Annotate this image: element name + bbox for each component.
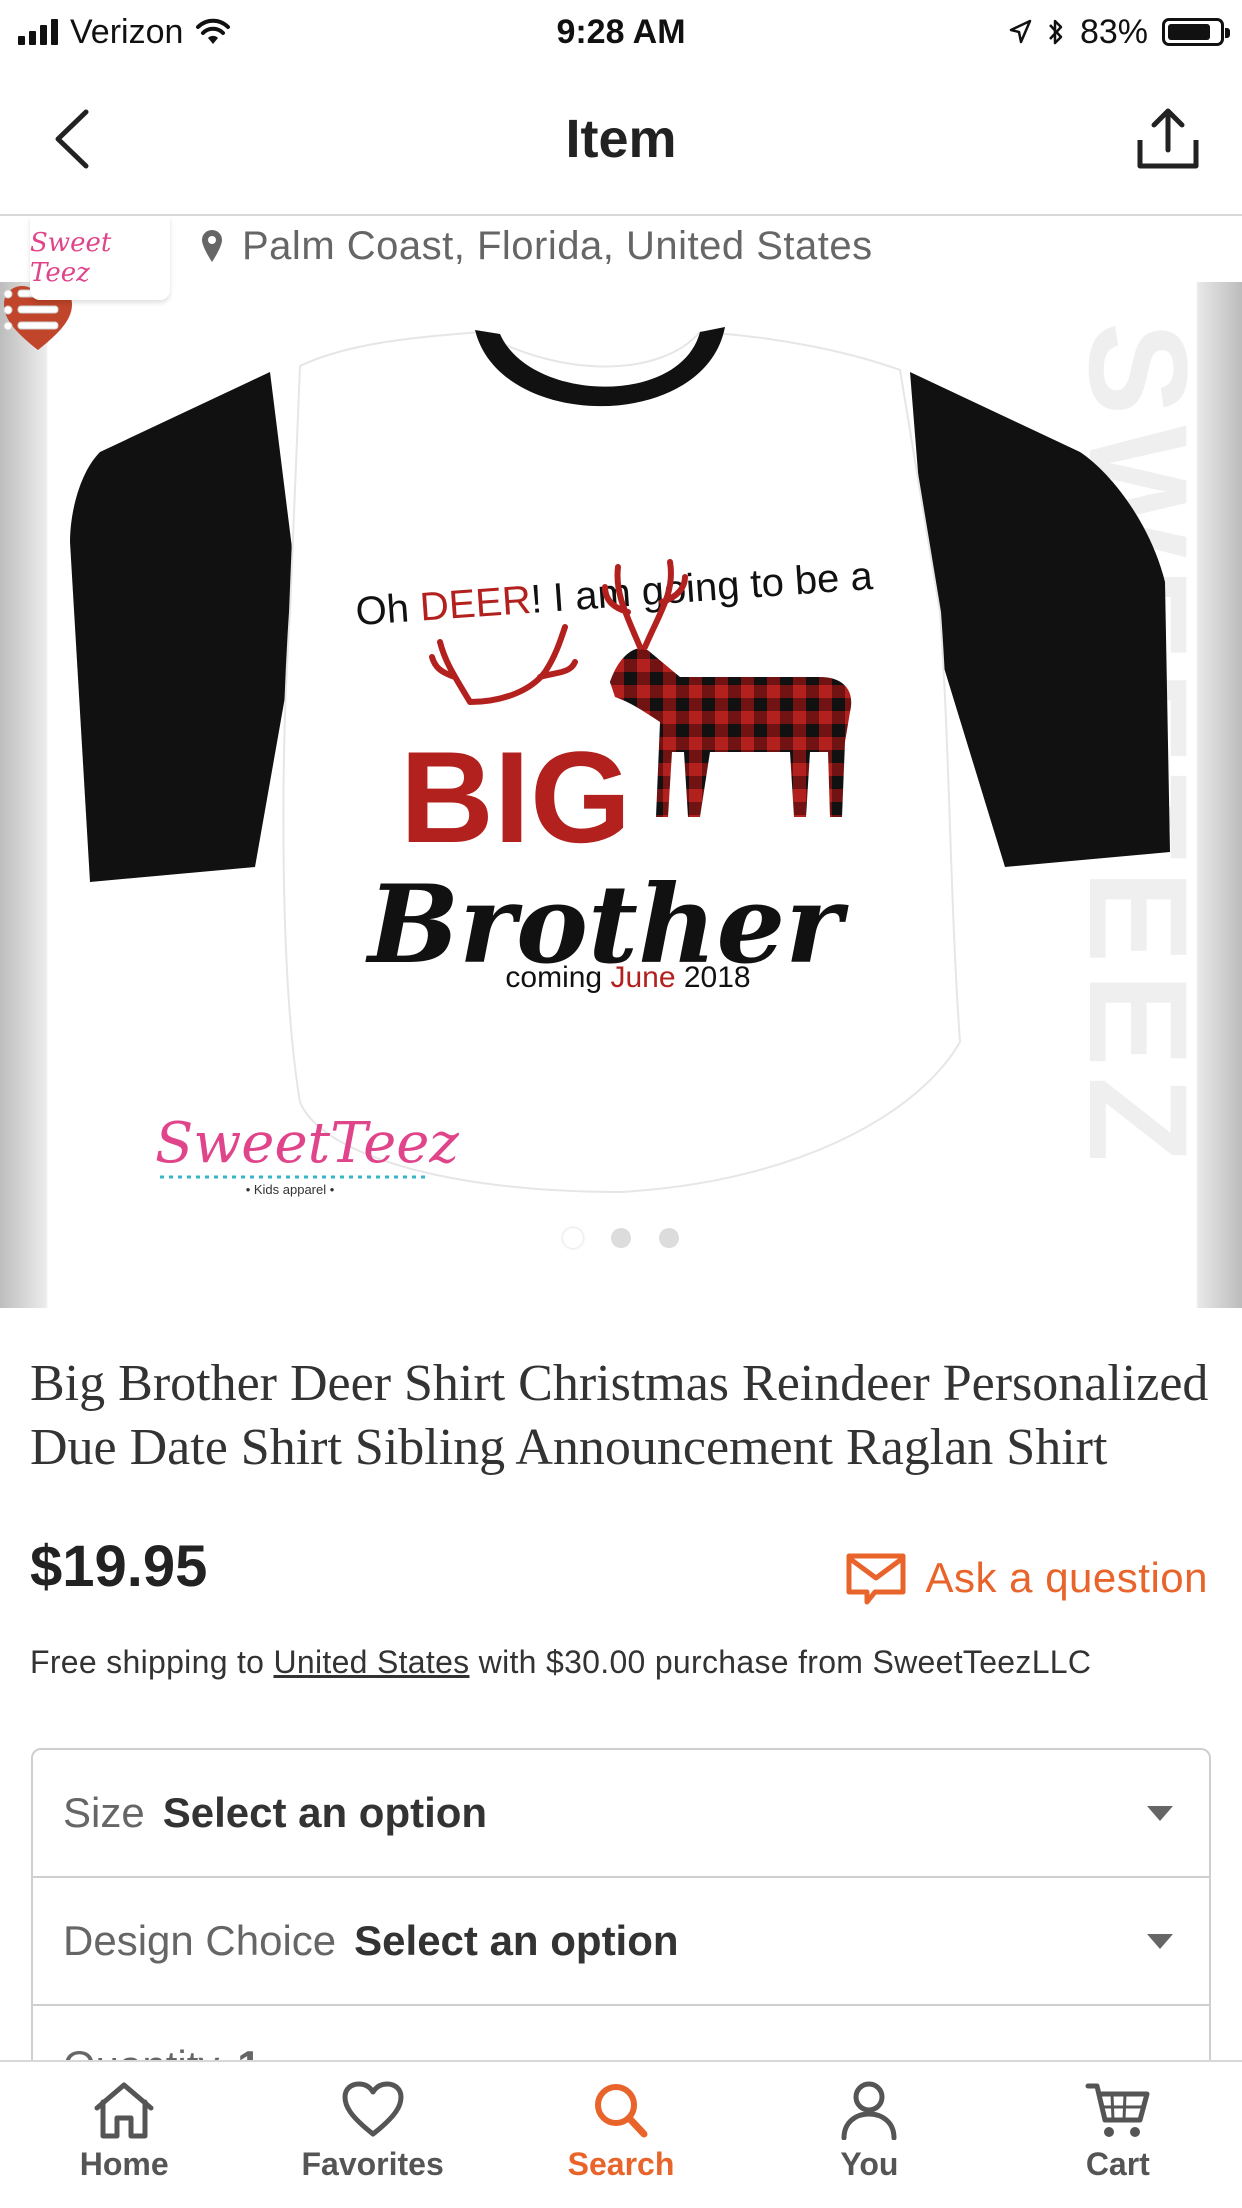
- tab-cart[interactable]: Cart: [994, 2062, 1242, 2208]
- status-bar: Verizon 9:28 AM 83%: [0, 0, 1242, 64]
- shop-logo[interactable]: Sweet Teez: [30, 216, 170, 300]
- carousel-dot[interactable]: [659, 1228, 679, 1248]
- battery-percent: 83%: [1079, 12, 1148, 51]
- quantity-select[interactable]: Quantity 1: [33, 2006, 1209, 2066]
- shop-location-strip: Sweet Teez Palm Coast, Florida, United S…: [0, 216, 1242, 300]
- ask-question-button[interactable]: Ask a question: [845, 1550, 1208, 1606]
- carousel-dot[interactable]: [563, 1228, 583, 1248]
- back-button[interactable]: [48, 108, 98, 170]
- location-arrow-icon: [1009, 19, 1032, 44]
- bluetooth-icon: [1049, 19, 1063, 45]
- clock: 9:28 AM: [556, 12, 686, 51]
- price: $19.95: [30, 1534, 208, 1599]
- svg-text:BIG: BIG: [400, 724, 631, 870]
- product-image: SWEETEEZ Oh DEER! I am going to be a BIG…: [70, 322, 1217, 1197]
- mail-icon: [846, 1553, 906, 1605]
- svg-text:coming June 2018: coming June 2018: [505, 961, 750, 994]
- shop-location: Palm Coast, Florida, United States: [200, 216, 873, 276]
- share-button[interactable]: [1134, 106, 1202, 172]
- carousel-dots[interactable]: [0, 1228, 1242, 1248]
- design-choice-select[interactable]: Design Choice Select an option: [33, 1878, 1209, 2006]
- size-select[interactable]: Size Select an option: [33, 1750, 1209, 1878]
- shipping-country-link[interactable]: United States: [273, 1644, 469, 1680]
- caret-down-icon: [1147, 1806, 1173, 1821]
- svg-text:• Kids apparel •: • Kids apparel •: [246, 1182, 335, 1197]
- product-image-carousel[interactable]: SWEETEEZ Oh DEER! I am going to be a BIG…: [0, 282, 1242, 1308]
- cart-icon: [1085, 2083, 1150, 2137]
- carrier-name: Verizon: [70, 12, 184, 51]
- search-icon: [595, 2084, 648, 2138]
- tab-home[interactable]: Home: [0, 2062, 248, 2208]
- carousel-dot[interactable]: [611, 1228, 631, 1248]
- home-icon: [94, 2082, 154, 2139]
- svg-text:SweetTeez: SweetTeez: [155, 1111, 459, 1176]
- battery-icon: [1162, 18, 1230, 46]
- page-title: Item: [565, 109, 677, 169]
- signal-icon: [18, 19, 58, 45]
- tab-favorites[interactable]: Favorites: [248, 2062, 496, 2208]
- tab-search[interactable]: Search: [497, 2062, 745, 2208]
- caret-down-icon: [1147, 1934, 1173, 1949]
- tab-bar: Home Favorites Search You Cart: [0, 2060, 1242, 2208]
- wifi-icon: [196, 18, 231, 44]
- listing-title: Big Brother Deer Shirt Christmas Reindee…: [30, 1355, 1209, 1476]
- map-pin-icon: [202, 230, 222, 262]
- tab-you[interactable]: You: [745, 2062, 993, 2208]
- user-icon: [841, 2081, 897, 2140]
- heart-icon: [342, 2081, 404, 2137]
- variation-options: Size Select an option Design Choice Sele…: [31, 1748, 1211, 2068]
- shipping-info: Free shipping to United States with $30.…: [30, 1644, 1092, 1680]
- nav-bar: Item: [0, 64, 1242, 216]
